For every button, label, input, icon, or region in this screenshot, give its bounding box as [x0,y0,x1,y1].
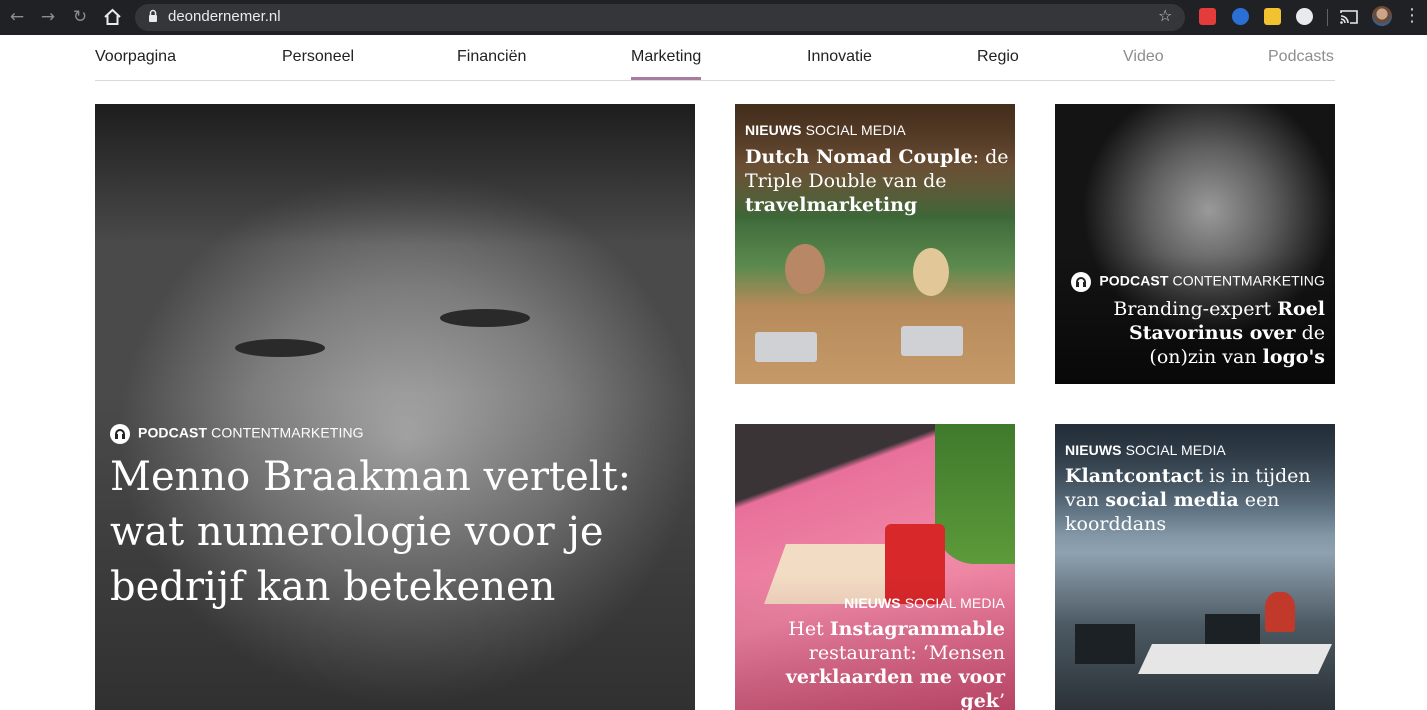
browser-toolbar: ← → ↻ deondernemer.nl ☆ ⋮ [0,0,1427,35]
article-title[interactable]: Klantcontact is in tijden van social med… [1065,464,1330,536]
article-type: NIEUWS [1065,442,1122,458]
article-type: PODCAST [1099,272,1169,289]
article-title[interactable]: Dutch Nomad Couple: de Triple Double van… [745,145,1010,217]
profile-avatar[interactable] [1372,6,1392,26]
photo-laptop-left [755,332,817,362]
photo-person-right [913,248,949,296]
article-kicker: NIEUWS SOCIAL MEDIA [745,122,906,138]
title-part: Branding-expert [1113,298,1278,320]
nav-item-financien[interactable]: Financiën [457,48,526,66]
forward-icon[interactable]: → [37,6,59,28]
article-category[interactable]: SOCIAL MEDIA [1126,442,1226,458]
article-card-roel-stavorinus[interactable]: PODCAST CONTENTMARKETING Branding-expert… [1055,104,1335,384]
article-card-menno-braakman[interactable]: PODCAST CONTENTMARKETING Menno Braakman … [95,104,695,710]
nav-item-video[interactable]: Video [1123,48,1164,66]
photo-eye-left [235,339,325,357]
photo-laptop-right [901,326,963,356]
article-kicker: NIEUWS SOCIAL MEDIA [1065,442,1226,458]
article-category[interactable]: SOCIAL MEDIA [806,122,906,138]
article-card-instagrammable-restaurant[interactable]: NIEUWS SOCIAL MEDIA Het Instagrammable r… [735,424,1015,710]
nav-item-personeel[interactable]: Personeel [282,48,354,66]
title-bold-part: social media [1105,489,1239,511]
article-type: PODCAST [138,424,208,441]
home-icon[interactable] [103,8,122,26]
article-title[interactable]: Het Instagrammable restaurant: ‘Mensen v… [735,617,1005,710]
site-navigation: Voorpagina Personeel Financiën Marketing… [95,36,1335,81]
headphones-icon [1071,272,1092,292]
extension-red-icon[interactable] [1199,8,1216,25]
article-type: NIEUWS [844,595,901,611]
title-bold-part: travelmarketing [745,194,918,216]
nav-item-regio[interactable]: Regio [977,48,1019,66]
nav-item-marketing[interactable]: Marketing [631,48,702,80]
photo-monitor [1075,624,1135,664]
extension-blue-icon[interactable] [1232,8,1249,25]
nav-item-voorpagina[interactable]: Voorpagina [95,48,176,66]
article-card-klantcontact[interactable]: NIEUWS SOCIAL MEDIA Klantcontact is in t… [1055,424,1335,710]
photo-desk [1138,644,1332,674]
title-bold-part: Dutch Nomad Couple [745,146,973,168]
cast-icon[interactable] [1340,9,1358,24]
article-title[interactable]: Branding-expert Roel Stavorinus over de … [1060,297,1325,369]
nav-item-podcasts[interactable]: Podcasts [1268,48,1334,66]
article-card-dutch-nomad-couple[interactable]: NIEUWS SOCIAL MEDIA Dutch Nomad Couple: … [735,104,1015,384]
address-bar[interactable] [135,4,1185,31]
title-bold-part: Instagrammable [829,618,1005,640]
title-bold-part: Klantcontact [1065,465,1204,487]
lock-icon [149,9,157,22]
nav-item-innovatie[interactable]: Innovatie [807,48,872,66]
bookmark-star-icon[interactable]: ☆ [1158,6,1172,25]
article-title[interactable]: Menno Braakman vertelt: wat numerologie … [110,450,670,615]
photo-person [1265,592,1295,632]
extension-yellow-icon[interactable] [1264,8,1281,25]
extension-white-icon[interactable] [1296,8,1313,25]
reload-icon[interactable]: ↻ [69,6,91,28]
browser-menu-icon[interactable]: ⋮ [1403,7,1421,25]
headphones-icon [110,424,130,444]
back-icon[interactable]: ← [6,6,28,28]
article-category[interactable]: CONTENTMARKETING [1173,273,1326,289]
photo-plant [935,424,1015,564]
photo-eye-right [440,309,530,327]
article-category[interactable]: CONTENTMARKETING [211,425,364,441]
article-kicker: PODCAST CONTENTMARKETING [110,424,364,444]
photo-person-left [785,244,825,294]
title-bold-part: logo's [1262,346,1325,368]
article-category[interactable]: SOCIAL MEDIA [905,595,1005,611]
article-kicker: NIEUWS SOCIAL MEDIA [844,595,1005,611]
toolbar-separator [1327,9,1328,26]
article-kicker: PODCAST CONTENTMARKETING [1071,272,1325,292]
title-part: restaurant: ‘Mensen [808,642,1005,664]
title-bold-part: Menno Braakman [110,454,471,500]
title-part: Het [788,618,830,640]
title-part: ’ [998,690,1005,710]
title-bold-part: verklaarden me voor gek [785,666,1005,710]
photo-shade [95,104,695,244]
title-bold-part: numerologie [196,509,453,555]
url-text[interactable]: deondernemer.nl [168,8,281,25]
article-type: NIEUWS [745,122,802,138]
